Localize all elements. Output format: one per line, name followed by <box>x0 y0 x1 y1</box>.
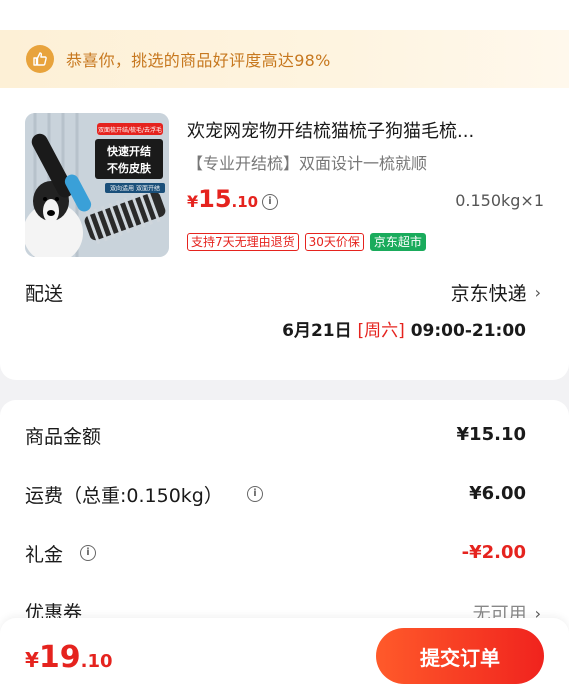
image-line1-text: 快速开结 <box>106 144 151 158</box>
goods-amount-value: ¥15.10 <box>456 424 526 445</box>
tag-jd-supermarket: 京东超市 <box>369 233 426 251</box>
total-integer: 19 <box>38 640 81 675</box>
image-badge-text: 双面梳开结/梳毛/去浮毛 <box>98 126 162 134</box>
praise-banner: 恭喜你，挑选的商品好评度高达98% <box>0 30 569 88</box>
thumbs-up-icon <box>26 45 54 73</box>
price-info-icon[interactable]: i <box>262 194 278 210</box>
shipping-day: 6月21日 <box>282 321 352 341</box>
price-decimal: .10 <box>231 193 259 211</box>
order-product-card: 恭喜你，挑选的商品好评度高达98% 双面梳开结/梳毛/去浮毛 快速开结 不伤皮肤… <box>0 30 569 380</box>
shipping-time: 09:00-21:00 <box>410 321 526 341</box>
freight-label: 运费（总重:0.150kg） <box>25 485 223 507</box>
shipping-date[interactable]: 6月21日 [周六] 09:00-21:00 <box>282 316 526 341</box>
submit-order-button[interactable]: 提交订单 <box>376 628 544 684</box>
shipping-weekday: [周六] <box>357 321 405 341</box>
freight-value: ¥6.00 <box>469 483 526 504</box>
gift-money-label: 礼金 <box>25 544 64 566</box>
tag-return: 支持7天无理由退货 <box>187 233 299 251</box>
freight-info-icon[interactable]: i <box>247 486 263 502</box>
total-currency: ¥ <box>25 648 39 672</box>
product-price: ¥15.10 <box>187 185 258 213</box>
product-subtitle: 【专业开结梳】双面设计一梳就顺 <box>187 154 428 173</box>
total-price: ¥19.10 <box>25 640 113 675</box>
praise-banner-text: 恭喜你，挑选的商品好评度高达98% <box>66 51 331 70</box>
product-quantity: 0.150kg×1 <box>455 191 544 210</box>
goods-amount-label: 商品金额 <box>25 426 102 448</box>
product-tags: 支持7天无理由退货 30天价保 京东超市 <box>187 233 426 251</box>
product-title[interactable]: 欢宠网宠物开结梳猫梳子狗猫毛梳... <box>187 117 547 143</box>
top-strip <box>0 0 569 30</box>
checkout-bar: ¥19.10 提交订单 <box>0 618 569 689</box>
shipping-carrier-selector[interactable]: 京东快递 › <box>451 279 541 306</box>
price-integer: 15 <box>198 185 232 213</box>
price-currency: ¥ <box>187 192 199 211</box>
shipping-label: 配送 <box>25 283 64 305</box>
gift-money-value: -¥2.00 <box>461 542 526 563</box>
image-footer-text: 双向适用 双面开结 <box>110 185 160 193</box>
image-line2-text: 不伤皮肤 <box>107 161 152 175</box>
shipping-carrier: 京东快递 <box>450 283 527 305</box>
tag-price-protect: 30天价保 <box>304 233 364 251</box>
total-decimal: .10 <box>80 651 113 672</box>
gift-money-info-icon[interactable]: i <box>80 545 96 561</box>
product-image[interactable]: 双面梳开结/梳毛/去浮毛 快速开结 不伤皮肤 双向适用 双面开结 <box>25 113 169 257</box>
chevron-right-icon: › <box>534 283 541 302</box>
